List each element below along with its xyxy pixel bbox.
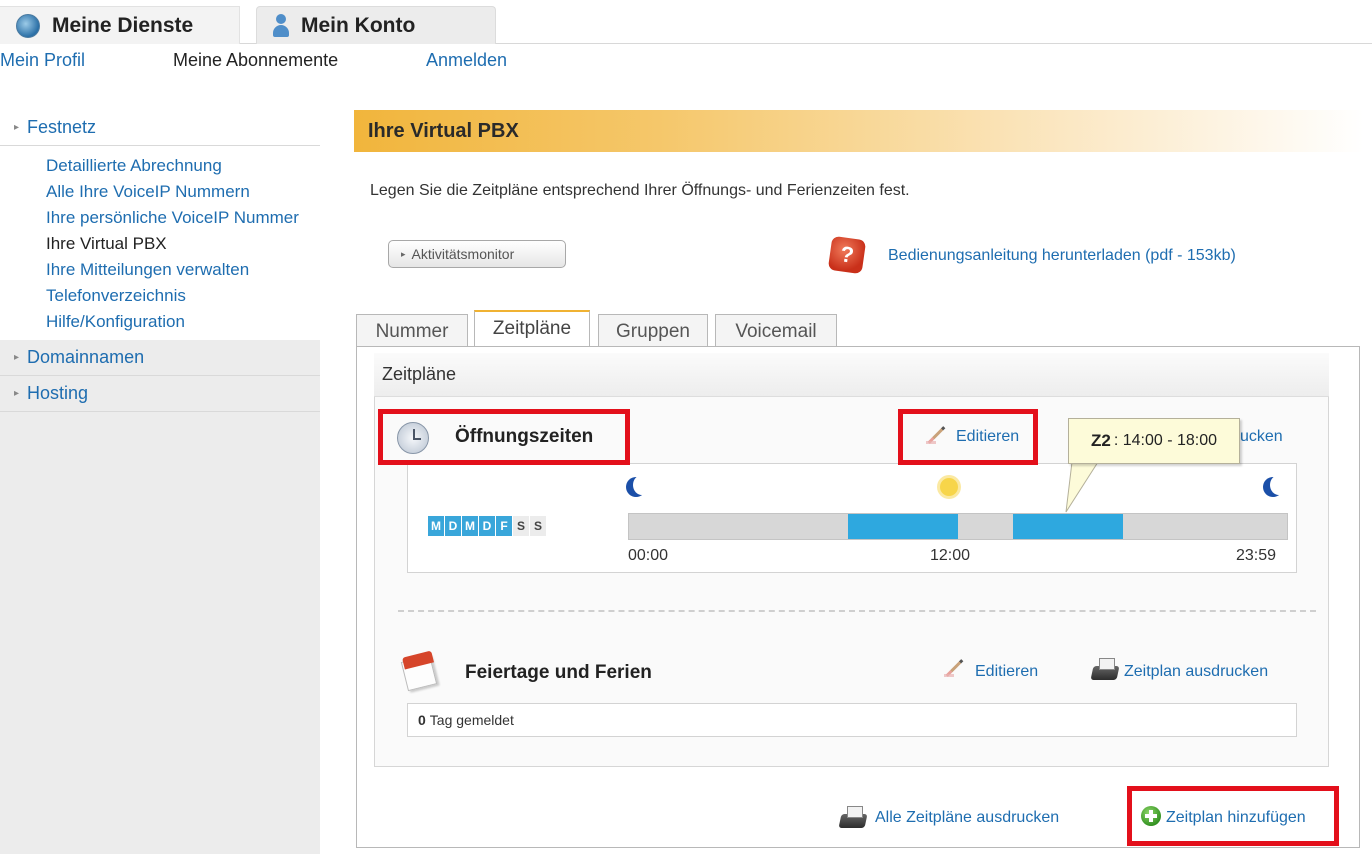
- intro-text: Legen Sie die Zeitpläne entsprechend Ihr…: [370, 182, 910, 199]
- tab-nummer[interactable]: Nummer: [356, 314, 468, 348]
- weekday-monday[interactable]: M: [428, 516, 444, 536]
- weekday-tuesday[interactable]: D: [445, 516, 461, 536]
- divider: [398, 610, 1316, 612]
- sidebar-item-hilfe-konfiguration[interactable]: Hilfe/Konfiguration: [46, 310, 306, 334]
- printer-icon: [838, 806, 868, 832]
- manual-download-link[interactable]: Bedienungsanleitung herunterladen (pdf -…: [888, 247, 1236, 265]
- pencil-icon: [944, 657, 964, 677]
- nav-meine-abonnemente[interactable]: Meine Abonnemente: [173, 50, 338, 71]
- time-bar[interactable]: [628, 513, 1288, 540]
- tick-label-start: 00:00: [628, 547, 669, 564]
- tab-mein-konto[interactable]: Mein Konto: [256, 6, 496, 44]
- highlight-oeffnungszeiten: [378, 409, 630, 465]
- weekday-friday[interactable]: F: [496, 516, 512, 536]
- tooltip-pointer: [1065, 462, 1099, 513]
- time-segment-z2[interactable]: [1013, 514, 1123, 539]
- holiday-count: 0: [418, 712, 426, 728]
- tick-label-mid: 12:00: [930, 547, 971, 564]
- sidebar-category-label: Domainnamen: [27, 347, 145, 367]
- holiday-count-box: 0 Tag gemeldet: [407, 703, 1297, 737]
- sun-icon: [940, 478, 958, 496]
- chevron-right-icon: ▸: [14, 388, 20, 399]
- feiertage-label: Feiertage und Ferien: [465, 662, 652, 683]
- highlight-add-schedule: [1127, 786, 1339, 846]
- tick-label-end: 23:59: [1236, 547, 1277, 564]
- tab-mein-konto-label: Mein Konto: [301, 13, 416, 37]
- print-all-schedules-link[interactable]: Alle Zeitpläne ausdrucken: [875, 809, 1059, 827]
- sidebar-category-label: Festnetz: [27, 117, 97, 137]
- tab-voicemail[interactable]: Voicemail: [715, 314, 837, 348]
- sidebar-category-domainnamen[interactable]: ▸ Domainnamen: [0, 340, 320, 376]
- weekday-saturday[interactable]: S: [513, 516, 529, 536]
- tooltip-text: : 14:00 - 18:00: [1113, 432, 1218, 449]
- printer-icon: [1090, 658, 1120, 684]
- sidebar-category-label: Hosting: [27, 383, 89, 403]
- user-icon: [273, 13, 289, 38]
- zeitplaene-title: Zeitpläne: [374, 353, 1329, 397]
- sidebar-item-mitteilungen-verwalten[interactable]: Ihre Mitteilungen verwalten: [46, 258, 306, 282]
- tab-meine-dienste-label: Meine Dienste: [52, 13, 194, 37]
- highlight-edit: [898, 409, 1038, 465]
- sidebar-item-telefonverzeichnis[interactable]: Telefonverzeichnis: [46, 284, 306, 308]
- weekday-wednesday[interactable]: M: [462, 516, 478, 536]
- oeffnungszeiten-print-link[interactable]: ucken: [1240, 428, 1283, 446]
- weekday-thursday[interactable]: D: [479, 516, 495, 536]
- help-icon[interactable]: ?: [827, 235, 867, 275]
- chevron-right-icon: ▸: [14, 122, 20, 133]
- chevron-right-icon: ▸: [14, 352, 20, 363]
- tab-gruppen[interactable]: Gruppen: [598, 314, 708, 348]
- sidebar-item-detaillierte-abrechnung[interactable]: Detaillierte Abrechnung: [46, 154, 306, 178]
- moon-icon: [1263, 475, 1288, 497]
- time-segment-z1[interactable]: [848, 514, 958, 539]
- page-title: Ihre Virtual PBX: [354, 110, 1364, 152]
- feiertage-print-link[interactable]: Zeitplan ausdrucken: [1124, 663, 1268, 681]
- tooltip-id: Z2: [1090, 431, 1111, 450]
- moon-icon: [626, 475, 651, 497]
- chevron-right-icon: ▸: [401, 248, 406, 259]
- segment-tooltip: Z2 : 14:00 - 18:00: [1068, 418, 1240, 464]
- sidebar-category-festnetz[interactable]: ▸ Festnetz: [0, 110, 320, 146]
- globe-icon: [16, 13, 40, 38]
- sidebar-submenu: Detaillierte Abrechnung Alle Ihre VoiceI…: [0, 146, 320, 340]
- aktivitaetsmonitor-button[interactable]: ▸ Aktivitätsmonitor: [388, 240, 566, 268]
- sidebar-category-hosting[interactable]: ▸ Hosting: [0, 376, 320, 412]
- sidebar-item-virtual-pbx[interactable]: Ihre Virtual PBX: [46, 232, 306, 256]
- weekday-sunday[interactable]: S: [530, 516, 546, 536]
- feiertage-edit-link[interactable]: Editieren: [975, 663, 1038, 681]
- calendar-icon: [400, 650, 436, 690]
- sidebar-item-persoenliche-voiceip-nummer[interactable]: Ihre persönliche VoiceIP Nummer: [46, 206, 306, 230]
- tab-zeitplaene[interactable]: Zeitpläne: [474, 310, 590, 346]
- aktivitaetsmonitor-label: Aktivitätsmonitor: [411, 246, 515, 262]
- nav-mein-profil[interactable]: Mein Profil: [0, 50, 85, 71]
- weekday-selector: M D M D F S S: [428, 516, 546, 536]
- top-tab-bar: Meine Dienste Mein Konto: [0, 0, 1372, 44]
- holiday-count-suffix: Tag gemeldet: [429, 712, 514, 728]
- sidebar-item-alle-voiceip-nummern[interactable]: Alle Ihre VoiceIP Nummern: [46, 180, 306, 204]
- tab-meine-dienste[interactable]: Meine Dienste: [0, 6, 240, 44]
- sidebar: ▸ Festnetz Detaillierte Abrechnung Alle …: [0, 110, 320, 854]
- nav-anmelden[interactable]: Anmelden: [426, 50, 507, 71]
